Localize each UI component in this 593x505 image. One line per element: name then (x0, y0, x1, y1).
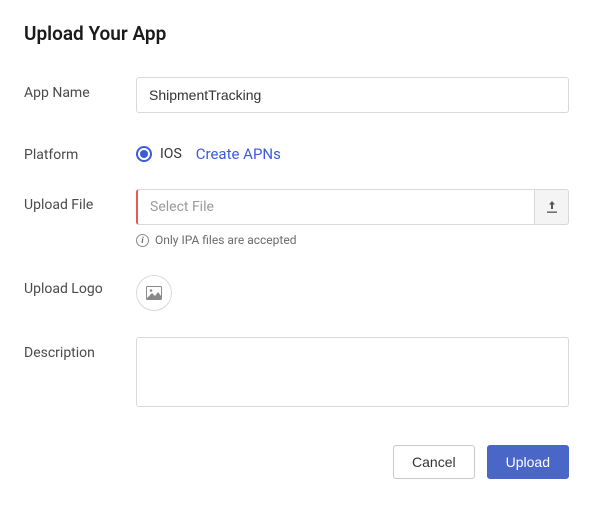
create-apns-link[interactable]: Create APNs (196, 145, 281, 163)
upload-icon (545, 200, 559, 214)
upload-button[interactable]: Upload (487, 445, 569, 479)
upload-file-label: Upload File (24, 189, 136, 213)
description-textarea[interactable] (136, 337, 569, 407)
upload-logo-button[interactable] (136, 275, 172, 311)
cancel-button[interactable]: Cancel (393, 445, 475, 479)
platform-radio-label: IOS (160, 146, 182, 162)
platform-radio-ios[interactable]: IOS (136, 146, 182, 162)
upload-file-input[interactable]: Select File (136, 189, 535, 225)
upload-file-hint: Only IPA files are accepted (155, 233, 296, 247)
page-title: Upload Your App (24, 22, 569, 45)
description-label: Description (24, 337, 136, 361)
info-icon: i (136, 234, 149, 247)
radio-icon (136, 146, 152, 162)
app-name-label: App Name (24, 77, 136, 101)
upload-logo-label: Upload Logo (24, 273, 136, 297)
upload-file-button[interactable] (535, 189, 569, 225)
platform-label: Platform (24, 139, 136, 163)
app-name-input[interactable] (136, 77, 569, 113)
image-icon (146, 286, 162, 300)
